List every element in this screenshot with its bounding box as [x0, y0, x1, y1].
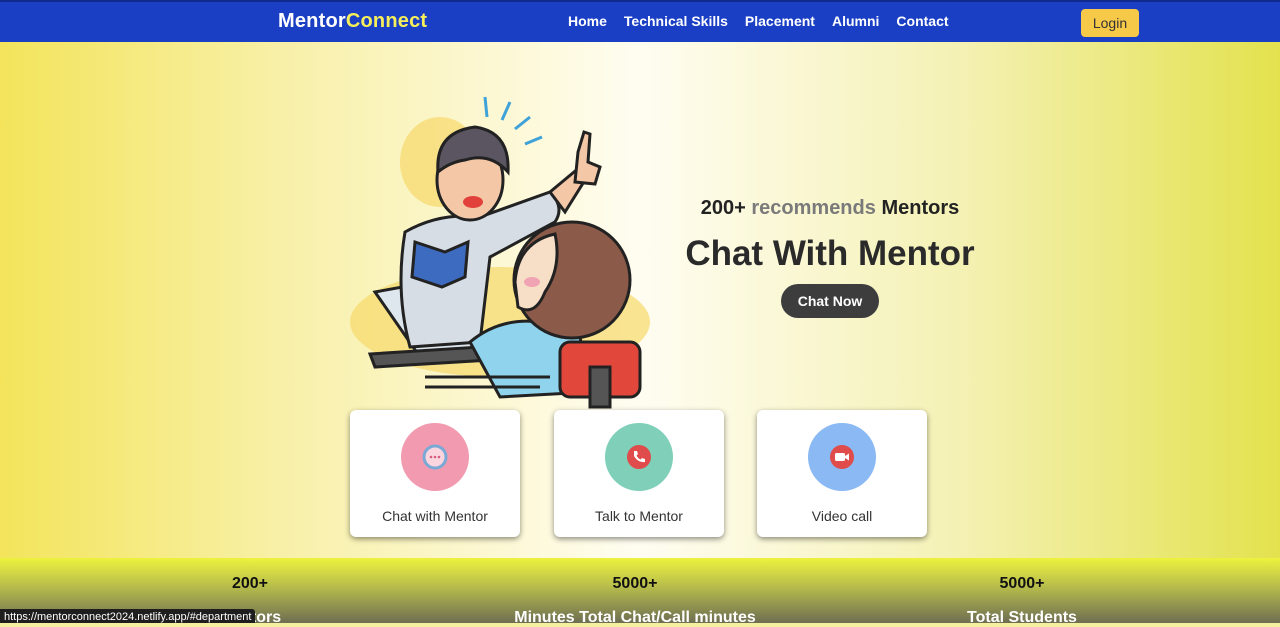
brand-logo[interactable]: MentorConnect [278, 10, 427, 33]
stat-minutes: 5000+ Minutes Total Chat/Call minutes [485, 575, 785, 627]
login-button[interactable]: Login [1081, 9, 1139, 37]
video-camera-icon [830, 445, 854, 469]
stat-number: 200+ [231, 575, 269, 592]
card-label: Video call [811, 508, 873, 524]
nav-link-home[interactable]: Home [568, 13, 607, 29]
nav-link-contact[interactable]: Contact [896, 13, 948, 29]
card-video-call[interactable]: Video call [757, 410, 927, 537]
hero-title: Chat With Mentor [685, 234, 975, 273]
hero-sub-mid: recommends [751, 197, 876, 219]
nav-link-alumni[interactable]: Alumni [832, 13, 879, 29]
phone-icon [627, 445, 651, 469]
card-chat-with-mentor[interactable]: Chat with Mentor [350, 410, 520, 537]
stat-students: 5000+ Total Students [922, 575, 1122, 627]
nav-links: Home Technical Skills Placement Alumni C… [568, 13, 949, 29]
nav-link-placement[interactable]: Placement [745, 13, 815, 29]
chat-circle [401, 423, 469, 491]
card-label: Talk to Mentor [595, 508, 683, 524]
brand-part1: Mentor [278, 10, 346, 32]
stat-number: 5000+ [612, 575, 658, 592]
hero-headline: 200+ recommends Mentors Chat With Mentor… [640, 197, 1020, 318]
stat-caption: Minutes Total Chat/Call minutes [514, 609, 756, 626]
navbar: MentorConnect Home Technical Skills Plac… [0, 0, 1280, 42]
card-talk-to-mentor[interactable]: Talk to Mentor [554, 410, 724, 537]
chat-now-button[interactable]: Chat Now [780, 284, 880, 318]
mentor-illustration [350, 96, 650, 409]
hero-sub-count: 200+ [700, 197, 746, 219]
browser-status-bar: https://mentorconnect2024.netlify.app/#d… [0, 609, 256, 623]
phone-circle [605, 423, 673, 491]
hero-subtitle: 200+ recommends Mentors [640, 197, 1020, 220]
stat-caption: Total Students [967, 609, 1077, 626]
brand-part2: Connect [345, 10, 428, 32]
hero-sub-end: Mentors [881, 197, 960, 219]
stat-number: 5000+ [999, 575, 1045, 592]
chat-bubble-icon [422, 444, 448, 470]
video-circle [808, 423, 876, 491]
nav-link-technical-skills[interactable]: Technical Skills [624, 13, 728, 29]
card-label: Chat with Mentor [382, 508, 488, 524]
